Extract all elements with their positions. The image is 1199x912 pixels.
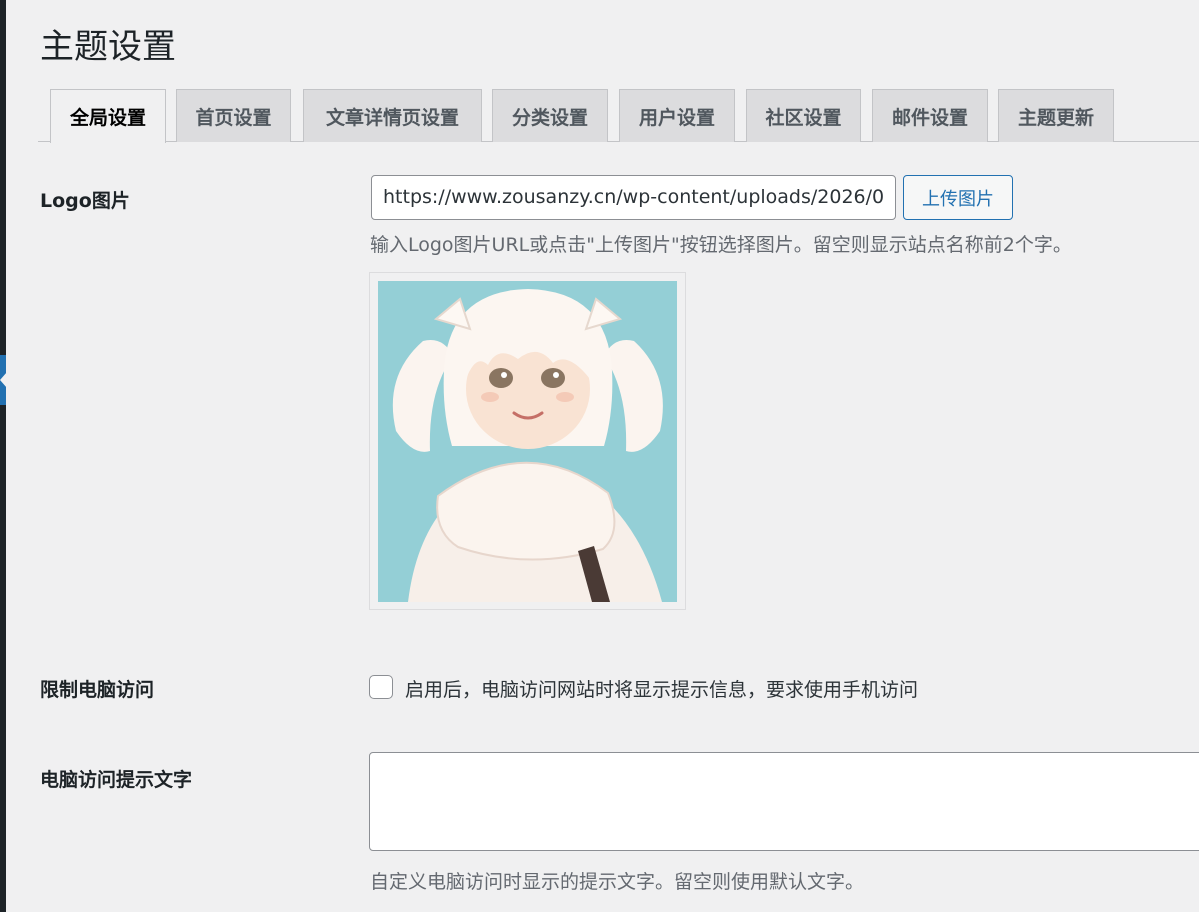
settings-tabs: 全局设置 首页设置 文章详情页设置 分类设置 用户设置 社区设置 邮件设置 主题… <box>38 89 1199 143</box>
tab-email-settings[interactable]: 邮件设置 <box>872 89 988 142</box>
pc-notice-textarea[interactable] <box>369 752 1199 851</box>
restrict-pc-label: 限制电脑访问 <box>40 679 155 701</box>
tab-theme-update[interactable]: 主题更新 <box>998 89 1114 142</box>
tab-home-settings[interactable]: 首页设置 <box>176 89 291 142</box>
upload-image-button[interactable]: 上传图片 <box>903 175 1013 220</box>
pc-notice-description: 自定义电脑访问时显示的提示文字。留空则使用默认文字。 <box>370 871 865 893</box>
restrict-pc-checkbox-label[interactable]: 启用后，电脑访问网站时将显示提示信息，要求使用手机访问 <box>405 675 918 702</box>
logo-description: 输入Logo图片URL或点击"上传图片"按钮选择图片。留空则显示站点名称前2个字… <box>370 234 1072 256</box>
logo-preview-image <box>378 281 677 602</box>
restrict-pc-checkbox[interactable] <box>369 675 393 699</box>
page-title: 主题设置 <box>40 27 176 67</box>
tab-community-settings[interactable]: 社区设置 <box>746 89 861 142</box>
tab-category-settings[interactable]: 分类设置 <box>492 89 608 142</box>
logo-url-input[interactable]: https://www.zousanzy.cn/wp-content/uploa… <box>371 175 896 220</box>
pc-notice-label: 电脑访问提示文字 <box>40 769 193 791</box>
admin-menu-arrow-icon <box>0 372 7 388</box>
admin-sidebar-edge <box>0 0 6 912</box>
tab-article-detail-settings[interactable]: 文章详情页设置 <box>303 89 482 142</box>
anime-girl-illustration <box>378 281 677 602</box>
logo-preview-frame <box>369 272 686 610</box>
logo-label: Logo图片 <box>40 190 130 212</box>
tab-user-settings[interactable]: 用户设置 <box>619 89 735 142</box>
tab-global-settings[interactable]: 全局设置 <box>50 89 166 143</box>
